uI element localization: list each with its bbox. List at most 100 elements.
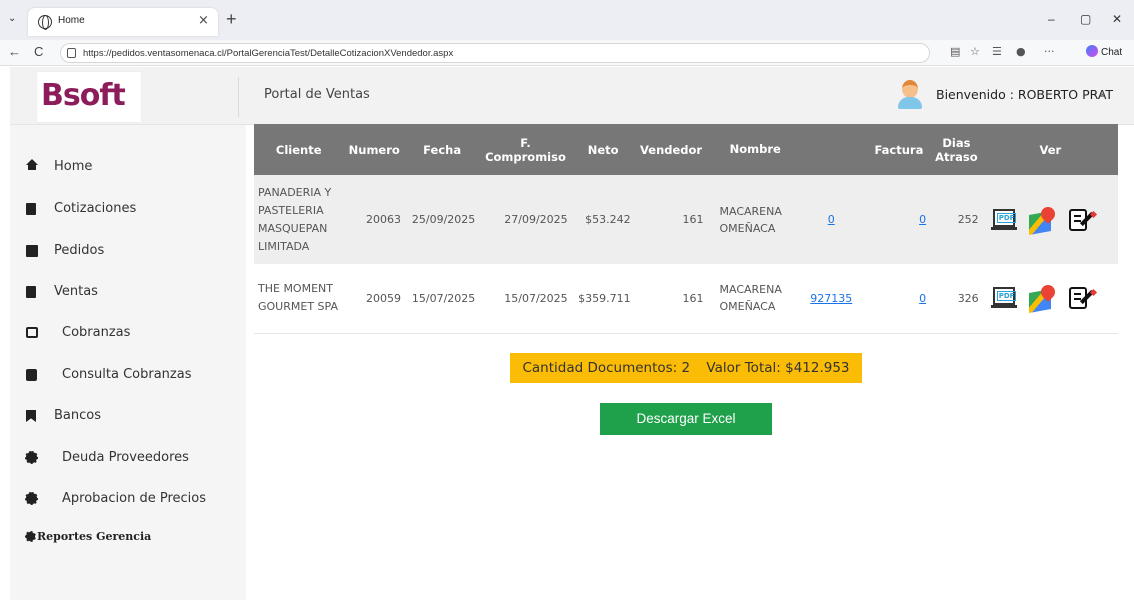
gear-icon xyxy=(25,451,38,464)
chevron-down-icon[interactable]: ⌄ xyxy=(1098,87,1106,98)
col-header-factura: Factura xyxy=(867,124,931,175)
table-row: PANADERIA Y PASTELERIA MASQUEPAN LIMITAD… xyxy=(254,175,1118,264)
cell-compromiso: 15/07/2025 xyxy=(479,264,572,334)
header-divider xyxy=(238,77,239,117)
edit-icon xyxy=(26,327,38,338)
user-avatar[interactable] xyxy=(898,80,922,110)
cell-fecha: 15/07/2025 xyxy=(405,264,480,334)
new-tab-button[interactable]: + xyxy=(226,9,237,30)
sidebar-item-label: Ventas xyxy=(54,284,98,299)
sidebar-item-home[interactable]: Home xyxy=(10,153,246,183)
google-maps-icon[interactable] xyxy=(1028,203,1058,235)
cell-vendedor: 161 xyxy=(634,175,708,264)
maximize-button[interactable]: ▢ xyxy=(1080,12,1091,26)
cell-numero: 20059 xyxy=(343,264,405,334)
tab-title: Home xyxy=(58,15,85,26)
home-icon xyxy=(26,159,38,170)
favorite-star-icon[interactable]: ☆ xyxy=(970,45,980,58)
logo-text: Bsoft xyxy=(41,78,126,113)
reload-button[interactable]: C xyxy=(34,44,43,59)
factura-link[interactable]: 0 xyxy=(919,292,926,305)
download-excel-button[interactable]: Descargar Excel xyxy=(600,403,772,435)
col-header-ver: Ver xyxy=(982,124,1118,175)
profile-icon[interactable]: ● xyxy=(1016,45,1026,58)
cell-vendedor: 161 xyxy=(634,264,708,334)
cell-dias-atraso: 252 xyxy=(930,175,983,264)
cell-cliente: PANADERIA Y PASTELERIA MASQUEPAN LIMITAD… xyxy=(254,175,344,264)
detail-link[interactable]: 927135 xyxy=(810,292,852,305)
browser-tabbar: ⌄ Home × + – ▢ ✕ xyxy=(0,0,1134,40)
sidebar-item-cobranzas[interactable]: Cobranzas xyxy=(10,319,246,349)
more-menu-icon[interactable]: ··· xyxy=(1044,45,1055,58)
pdf-icon[interactable]: PDF xyxy=(990,208,1017,232)
detail-link[interactable]: 0 xyxy=(828,213,835,226)
reader-icon[interactable]: ▤ xyxy=(950,45,960,58)
cotizaciones-table: Cliente Numero Fecha F. Compromiso Neto … xyxy=(254,124,1118,334)
valor-total: Valor Total: $412.953 xyxy=(706,360,850,376)
cantidad-documentos: Cantidad Documentos: 2 xyxy=(522,360,691,376)
sidebar-item-bancos[interactable]: Bancos xyxy=(10,402,246,432)
sidebar-item-label: Cobranzas xyxy=(62,325,131,340)
sidebar-item-reportes-gerencia[interactable]: Reportes Gerencia xyxy=(25,530,152,543)
cell-numero: 20063 xyxy=(343,175,405,264)
browser-toolbar: ← C https://pedidos.ventasomenaca.cl/Por… xyxy=(0,40,1134,66)
globe-icon xyxy=(38,15,52,30)
col-header-neto: Neto xyxy=(571,124,635,175)
edit-document-icon[interactable] xyxy=(1068,207,1097,233)
chat-label: Chat xyxy=(1101,47,1123,58)
file-icon xyxy=(26,286,36,298)
file-icon xyxy=(26,203,36,215)
summary-banner: Cantidad Documentos: 2 Valor Total: $412… xyxy=(510,353,862,383)
copilot-chat-button[interactable]: Chat xyxy=(1086,45,1122,58)
cell-neto: $359.711 xyxy=(571,264,635,334)
gear-icon xyxy=(25,492,38,505)
sidebar-item-aprobacion-precios[interactable]: Aprobacion de Precios xyxy=(10,485,246,515)
cell-fecha: 25/09/2025 xyxy=(405,175,480,264)
favorites-icon[interactable]: ☰ xyxy=(992,45,1002,58)
tab-close-icon[interactable]: × xyxy=(198,13,209,28)
google-maps-icon[interactable] xyxy=(1028,282,1058,314)
col-header-fecha: Fecha xyxy=(405,124,480,175)
sidebar-item-label: Home xyxy=(54,159,93,174)
bsoft-logo[interactable]: Bsoft xyxy=(36,71,142,123)
cell-compromiso: 27/09/2025 xyxy=(479,175,572,264)
edit-document-icon[interactable] xyxy=(1068,285,1097,311)
sidebar: Home Cotizaciones Pedidos Ventas Cobranz… xyxy=(10,125,246,600)
sidebar-item-label: Consulta Cobranzas xyxy=(62,367,192,382)
col-header-blank xyxy=(794,124,868,175)
cell-nombre: MACARENA OMEÑACA xyxy=(707,175,795,264)
address-bar[interactable]: https://pedidos.ventasomenaca.cl/PortalG… xyxy=(60,43,930,63)
page-header: Bsoft Portal de Ventas Bienvenido : ROBE… xyxy=(10,67,1134,125)
cell-neto: $53.242 xyxy=(571,175,635,264)
sidebar-item-label: Aprobacion de Precios xyxy=(62,491,206,506)
pdf-icon[interactable]: PDF xyxy=(990,286,1017,310)
factura-link[interactable]: 0 xyxy=(919,213,926,226)
close-window-button[interactable]: ✕ xyxy=(1112,12,1122,26)
sidebar-item-label: Deuda Proveedores xyxy=(62,450,189,465)
minimize-button[interactable]: – xyxy=(1048,12,1055,26)
sidebar-item-label: Reportes Gerencia xyxy=(37,530,152,543)
sidebar-item-ventas[interactable]: Ventas xyxy=(10,278,246,308)
sidebar-item-label: Cotizaciones xyxy=(54,201,137,216)
cell-ver-actions: PDF xyxy=(982,264,1118,334)
back-button[interactable]: ← xyxy=(8,44,21,59)
col-header-numero: Numero xyxy=(343,124,405,175)
sidebar-item-pedidos[interactable]: Pedidos xyxy=(10,237,246,267)
sidebar-item-label: Bancos xyxy=(54,408,101,423)
sidebar-item-deuda-proveedores[interactable]: Deuda Proveedores xyxy=(10,444,246,474)
sidebar-item-cotizaciones[interactable]: Cotizaciones xyxy=(10,195,246,225)
cell-cliente: THE MOMENT GOURMET SPA xyxy=(254,264,344,334)
col-header-nombre: Nombre xyxy=(707,124,795,175)
sidebar-item-consulta-cobranzas[interactable]: Consulta Cobranzas xyxy=(10,361,246,391)
col-header-cliente: Cliente xyxy=(254,124,344,175)
table-header-row: Cliente Numero Fecha F. Compromiso Neto … xyxy=(254,124,1118,175)
sidebar-item-label: Pedidos xyxy=(54,243,105,258)
tab-list-chevron-icon[interactable]: ⌄ xyxy=(8,13,26,27)
col-header-dias-atraso: Dias Atraso xyxy=(930,124,983,175)
cell-dias-atraso: 326 xyxy=(930,264,983,334)
calendar-icon xyxy=(26,245,38,257)
bookmark-icon xyxy=(26,410,36,422)
browser-tab[interactable]: Home × xyxy=(28,8,218,36)
gear-icon xyxy=(25,531,36,542)
welcome-user-menu[interactable]: Bienvenido : ROBERTO PRAT xyxy=(936,87,1113,102)
